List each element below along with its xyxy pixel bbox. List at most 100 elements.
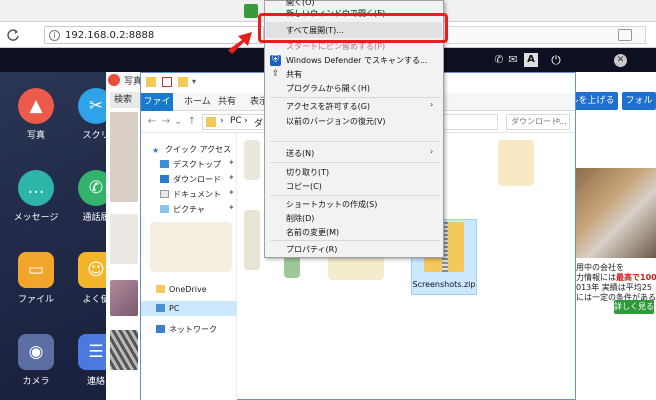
a-button[interactable]: A	[524, 53, 538, 67]
photo-search-button[interactable]: 検索	[110, 92, 140, 108]
extension-icon[interactable]	[244, 4, 258, 18]
blurred-file	[244, 140, 260, 180]
folder-button[interactable]: フォル	[622, 92, 656, 110]
phone-icon[interactable]: ✆	[492, 54, 506, 66]
pin-icon: ✦	[228, 203, 235, 212]
menu-separator	[270, 240, 440, 241]
nav-label: ピクチャ	[173, 205, 205, 214]
reload-icon[interactable]	[6, 28, 20, 42]
nav-label: ネットワーク	[169, 325, 217, 334]
folder-icon	[206, 117, 216, 127]
app-photos[interactable]: ▲ 写真	[2, 88, 66, 158]
ad-image	[574, 168, 656, 258]
forward-icon[interactable]: →	[160, 115, 172, 129]
checkbox-icon[interactable]	[162, 77, 172, 87]
pictures-icon	[160, 205, 169, 213]
blurred-thumbnail	[110, 280, 138, 316]
desktop-icon	[160, 160, 169, 168]
chevron-down-icon[interactable]: ▾	[192, 77, 198, 87]
chevron-down-icon[interactable]: ⌄	[174, 115, 182, 129]
nav-label: OneDrive	[169, 285, 207, 294]
blurred-file	[150, 222, 232, 272]
nav-label: クイック アクセス	[165, 145, 232, 154]
nav-desktop[interactable]: デスクトップ	[160, 158, 221, 171]
menu-item-copy[interactable]: コピー(C)	[286, 180, 322, 193]
file-name: Screenshots.zip	[412, 280, 476, 289]
app-label: メッセージ	[13, 213, 59, 223]
share-icon: ⇪	[271, 69, 280, 79]
nav-label: ダウンロード	[173, 175, 221, 184]
menu-separator	[270, 141, 440, 142]
menu-separator	[270, 162, 440, 163]
nav-label: デスクトップ	[173, 160, 221, 169]
computer-icon	[156, 304, 165, 312]
blurred-thumbnail	[110, 112, 138, 202]
pin-icon: ✦	[228, 173, 235, 182]
photos-icon: ▲	[18, 88, 54, 124]
nav-pc[interactable]: PC	[156, 302, 179, 315]
star-icon: ★	[152, 146, 160, 155]
app-message[interactable]: … メッセージ	[2, 170, 66, 240]
camera-icon: ◉	[18, 334, 54, 370]
folder-icon[interactable]	[178, 77, 188, 87]
nav-network[interactable]: ネットワーク	[156, 323, 217, 336]
chevron-right-icon: ›	[430, 100, 434, 109]
chevron-right-icon: ›	[430, 147, 434, 156]
close-icon[interactable]: ✕	[614, 54, 627, 67]
red-arrow-icon	[228, 32, 252, 54]
breadcrumb-separator: ›	[220, 116, 224, 126]
blurred-thumbnail	[110, 330, 138, 370]
menu-item-create-shortcut[interactable]: ショートカットの作成(S)	[286, 198, 377, 211]
message-icon: …	[18, 170, 54, 206]
photo-app-icon	[108, 74, 120, 86]
breadcrumb-separator: ›	[244, 116, 248, 126]
ad-details-button[interactable]: 詳しく見る	[614, 300, 654, 314]
menu-item-restore[interactable]: 以前のバージョンの復元(V)	[286, 115, 386, 128]
folder-icon	[146, 77, 156, 87]
menu-separator	[270, 195, 440, 196]
nav-downloads[interactable]: ダウンロード	[160, 173, 221, 186]
breadcrumb-pc[interactable]: PC	[230, 116, 242, 126]
menu-separator	[270, 97, 440, 98]
ad-line-2-a: 力情報には	[576, 273, 616, 282]
document-icon	[160, 190, 169, 198]
address-text: 192.168.0.2:8888	[65, 30, 155, 41]
mail-icon[interactable]: ✉	[506, 54, 520, 66]
menu-item-share[interactable]: 共有	[286, 68, 302, 81]
app-label: ファイル	[17, 295, 54, 305]
menu-item-defender[interactable]: Windows Defender でスキャンする...	[286, 54, 428, 67]
up-icon[interactable]: ↑	[186, 115, 198, 129]
menu-item-send-to[interactable]: 送る(N)	[286, 147, 314, 160]
blurred-file	[498, 140, 534, 186]
tab-file[interactable]: ファイル	[141, 93, 173, 125]
pin-icon: ✦	[228, 188, 235, 197]
tab-share[interactable]: 共有	[218, 93, 236, 111]
back-icon[interactable]: ←	[146, 115, 158, 129]
pin-icon: ✦	[228, 158, 235, 167]
app-label: 写真	[26, 131, 45, 141]
app-camera[interactable]: ◉ カメラ	[2, 334, 66, 400]
nav-onedrive[interactable]: OneDrive	[156, 283, 207, 296]
nav-quick-access[interactable]: ★ クイック アクセス	[152, 143, 231, 156]
menu-item-grant-access[interactable]: アクセスを許可する(G)	[286, 100, 370, 113]
info-icon[interactable]: i	[49, 30, 60, 41]
app-label: カメラ	[22, 377, 50, 387]
menu-item-rename[interactable]: 名前の変更(M)	[286, 226, 339, 239]
menu-item-delete[interactable]: 削除(D)	[286, 212, 314, 225]
search-icon[interactable]: ⌕	[556, 116, 561, 126]
highlight-box	[258, 13, 448, 43]
browser-right-field	[446, 26, 646, 44]
menu-item-cut[interactable]: 切り取り(T)	[286, 166, 329, 179]
app-files[interactable]: ▭ ファイル	[2, 252, 66, 322]
menu-item-open-with[interactable]: プログラムから開く(H)	[286, 82, 370, 95]
power-icon[interactable]: ⏻	[548, 52, 564, 68]
shield-icon: ⛨	[270, 55, 281, 66]
nav-pictures[interactable]: ピクチャ	[160, 203, 205, 216]
tab-home[interactable]: ホーム	[184, 93, 211, 111]
folder-icon: ▭	[18, 252, 54, 288]
menu-item-properties[interactable]: プロパティ(R)	[286, 243, 337, 256]
blurred-thumbnail	[110, 214, 138, 264]
cast-icon[interactable]	[618, 29, 632, 41]
nav-documents[interactable]: ドキュメント	[160, 188, 221, 201]
blurred-file	[244, 210, 260, 270]
